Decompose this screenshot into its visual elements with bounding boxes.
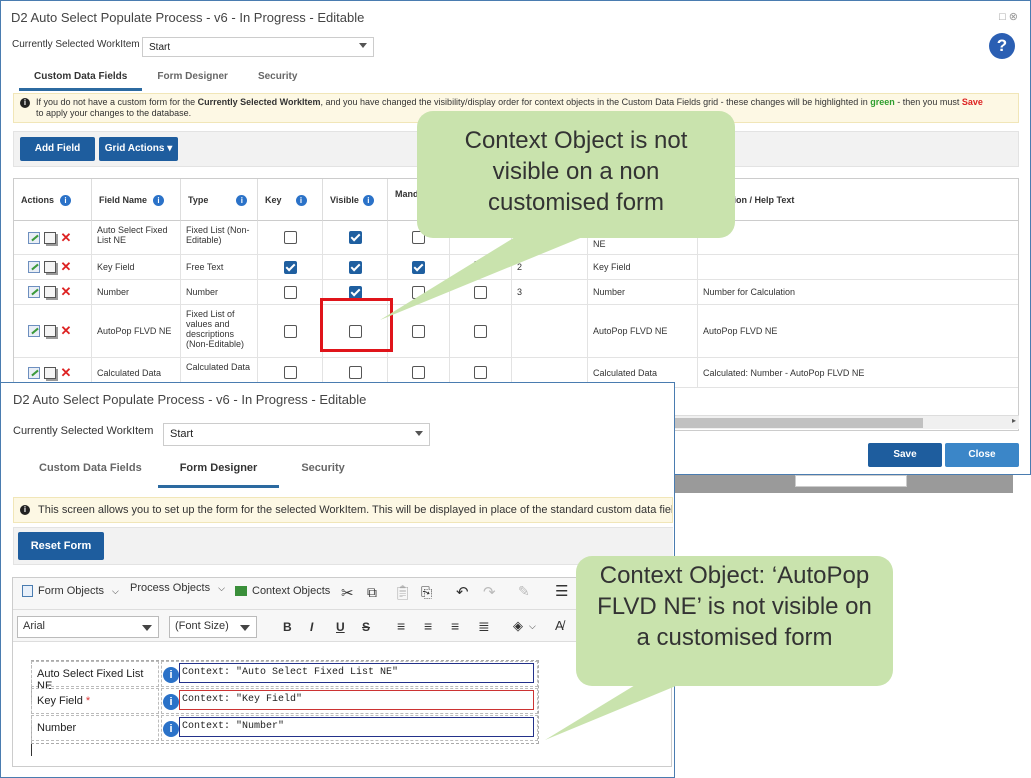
callout-top-pointer [380,234,590,320]
callout-bottom: Context Object: ‘AutoPop FLVD NE’ is not… [576,556,893,686]
callout-top: Context Object is not visible on a non c… [417,111,735,238]
